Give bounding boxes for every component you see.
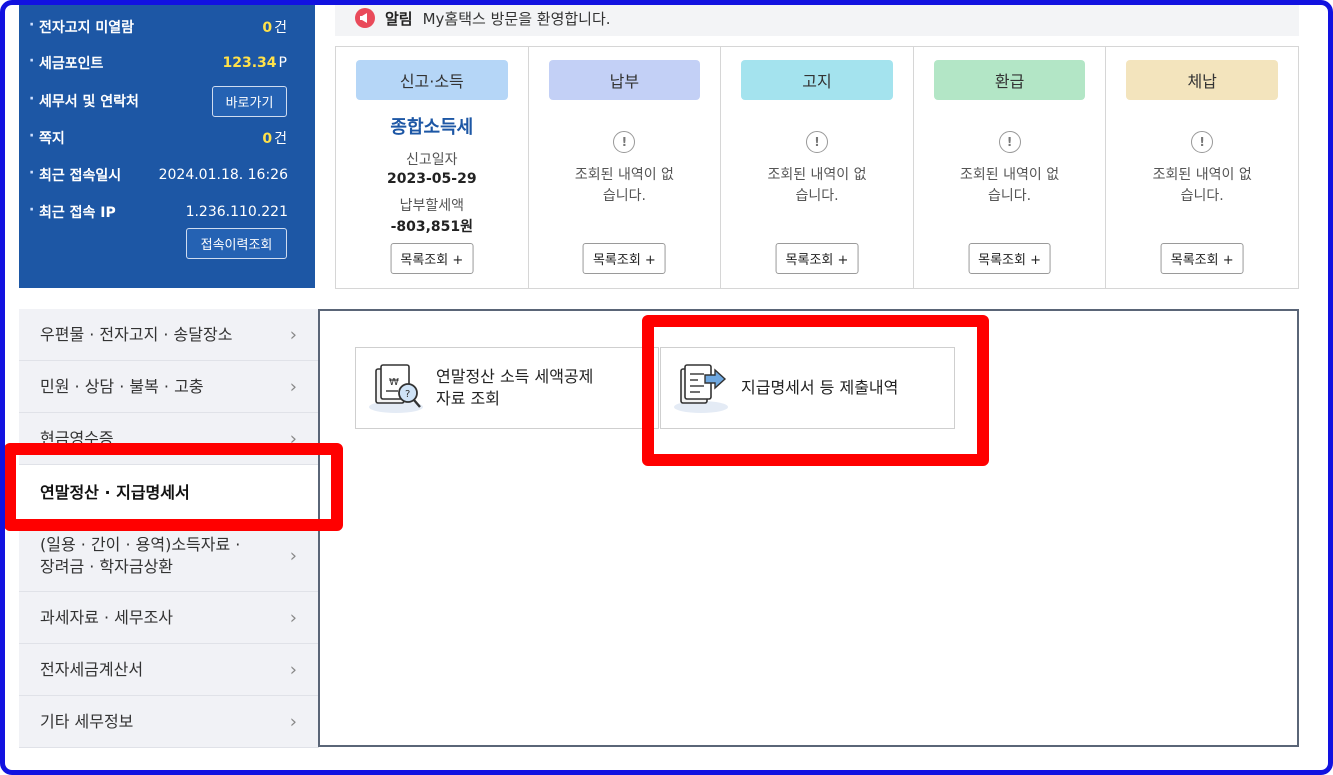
tax-point-unit: P [278,55,287,71]
list-view-button[interactable]: 목록조회 + [968,243,1052,274]
menu-item-label: 우편물 · 전자고지 · 송달장소 [40,324,233,344]
empty-message-text: 조회된 내역이 없습니다. [574,167,674,204]
memo-row[interactable]: 쪽지 0건 [19,123,315,153]
empty-message-text: 조회된 내역이 없습니다. [960,167,1060,204]
menu-item-other[interactable]: 기타 세무정보 › [19,696,319,748]
menu-item-mail[interactable]: 우편물 · 전자고지 · 송달장소 › [19,309,319,361]
last-login-row: 최근 접속일시 2024.01.18. 16:26 [19,160,315,190]
tax-point-label: 세금포인트 [29,53,103,73]
chevron-right-icon: › [289,607,297,628]
alert-icon: ! [805,131,828,153]
card-title[interactable]: 종합소득세 [336,113,528,139]
chevron-right-icon: › [289,659,297,680]
alert-icon: ! [998,131,1021,153]
card-refund: 환급 ! 조회된 내역이 없습니다. 목록조회 + [914,47,1107,288]
empty-message: 조회된 내역이 없습니다. [721,165,913,207]
menu-item-label: 기타 세무정보 [40,711,134,731]
login-history-button[interactable]: 접속이력조회 [186,228,287,259]
alert-icon: ! [1191,131,1214,153]
chevron-right-icon: › [289,324,297,345]
menu-item-label-line1: (일용 · 간이 · 용역)소득자료 · [40,535,241,554]
tax-amount-label: 납부할세액 [399,198,464,214]
card-header[interactable]: 체납 [1126,60,1278,100]
menu-item-label-line2: 장려금 · 학자금상환 [40,557,174,576]
menu-item-label: 민원 · 상담 · 불복 · 고충 [40,376,204,396]
menu-item-civil[interactable]: 민원 · 상담 · 불복 · 고충 › [19,361,319,413]
highlight-menu-box [4,443,343,531]
card-report: 신고·소득 종합소득세 신고일자 2023-05-29 납부할세액 -803,8… [336,47,529,288]
unread-notice-unit: 건 [274,20,287,36]
tax-point-row: 세금포인트 123.34P [19,48,315,78]
unread-notice-label: 전자고지 미열람 [29,17,134,37]
svg-text:₩: ₩ [389,377,399,388]
deduction-lookup-line1: 연말정산 소득 세액공제 [436,367,594,386]
user-info-panel: 전자고지 미열람 0건 세금포인트 123.34P 세무서 및 연락처 바로가기… [19,0,315,288]
menu-item-income-data[interactable]: (일용 · 간이 · 용역)소득자료 · 장려금 · 학자금상환 › [19,521,319,592]
status-cards: 신고·소득 종합소득세 신고일자 2023-05-29 납부할세액 -803,8… [335,46,1299,289]
menu-item-e-invoice[interactable]: 전자세금계산서 › [19,644,319,696]
card-header[interactable]: 납부 [548,60,701,100]
card-header[interactable]: 신고·소득 [356,60,508,100]
deduction-lookup-tile[interactable]: ₩ ? 연말정산 소득 세액공제자료 조회 [355,347,659,429]
menu-item-tax-audit[interactable]: 과세자료 · 세무조사 › [19,592,319,644]
agent-label: 세무서 및 연락처 [29,91,139,111]
last-login-value: 2024.01.18. 16:26 [158,167,288,183]
list-view-button[interactable]: 목록조회 + [390,243,474,274]
list-view-button[interactable]: 목록조회 + [582,243,666,274]
memo-unit: 건 [274,131,287,147]
notice-bar: 알림 My홈택스 방문을 환영합니다. [335,0,1299,36]
alert-icon: ! [613,131,636,153]
empty-message: 조회된 내역이 없습니다. [914,165,1106,207]
chevron-right-icon: › [289,376,297,397]
deduction-lookup-label: 연말정산 소득 세액공제자료 조회 [436,366,593,410]
memo-label: 쪽지 [29,128,65,148]
last-ip-label: 최근 접속 IP [29,202,116,222]
card-payment: 납부 ! 조회된 내역이 없습니다. 목록조회 + [529,47,722,288]
menu-item-label: (일용 · 간이 · 용역)소득자료 · 장려금 · 학자금상환 [40,534,240,578]
empty-message: 조회된 내역이 없습니다. [529,165,721,207]
chevron-right-icon: › [289,545,297,567]
report-date-label: 신고일자 [406,152,458,168]
card-header[interactable]: 환급 [933,60,1086,100]
highlight-tile-box [642,315,989,466]
empty-message-text: 조회된 내역이 없습니다. [1152,167,1252,204]
megaphone-icon [355,8,375,28]
unread-notice-count[interactable]: 0 [262,20,272,36]
notice-tag: 알림 [385,9,413,28]
report-date-value: 2023-05-29 [387,171,477,187]
agent-shortcut-button[interactable]: 바로가기 [212,86,287,117]
unread-notice-row[interactable]: 전자고지 미열람 0건 [19,12,315,42]
list-view-button[interactable]: 목록조회 + [1160,243,1244,274]
last-ip-value: 1.236.110.221 [185,204,288,220]
last-login-label: 최근 접속일시 [29,165,121,185]
tax-point-value[interactable]: 123.34 [223,55,277,71]
tax-amount-value: -803,851원 [390,219,474,235]
card-header[interactable]: 고지 [741,60,893,100]
menu-item-label: 전자세금계산서 [40,659,144,679]
card-arrears: 체납 ! 조회된 내역이 없습니다. 목록조회 + [1106,47,1298,288]
empty-message: 조회된 내역이 없습니다. [1106,165,1298,207]
deduction-lookup-line2: 자료 조회 [436,389,500,408]
empty-message-text: 조회된 내역이 없습니다. [767,167,867,204]
svg-text:?: ? [405,389,410,400]
chevron-right-icon: › [289,711,297,732]
notice-message: My홈택스 방문을 환영합니다. [422,9,611,28]
last-ip-row: 최근 접속 IP 1.236.110.221 [19,197,315,227]
document-search-icon: ₩ ? [369,364,423,413]
menu-item-label: 과세자료 · 세무조사 [40,607,174,627]
memo-count[interactable]: 0 [262,131,272,147]
list-view-button[interactable]: 목록조회 + [775,243,859,274]
card-notice: 고지 ! 조회된 내역이 없습니다. 목록조회 + [721,47,914,288]
